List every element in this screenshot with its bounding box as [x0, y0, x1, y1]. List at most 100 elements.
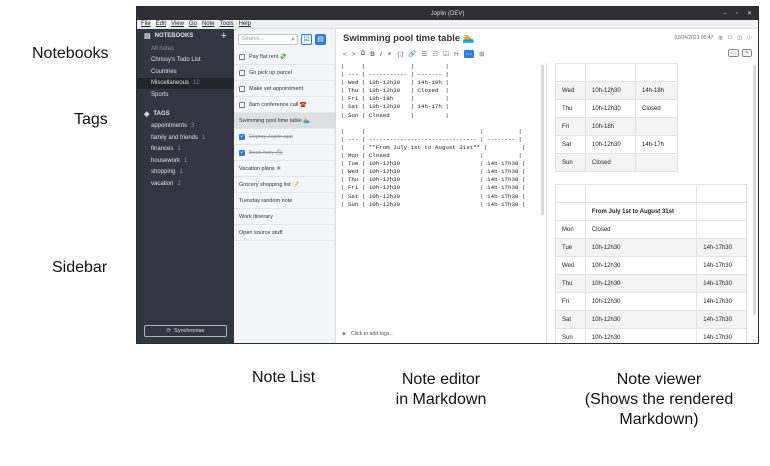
markdown-editor[interactable]: | | | | | --- | ----------- | ------- | …	[336, 63, 546, 343]
table-cell: Fri	[555, 292, 586, 311]
info-icon[interactable]: ⓘ	[747, 34, 752, 41]
maximize-icon[interactable]: ▫	[736, 11, 738, 17]
numbered-list-icon[interactable]: ☷	[432, 50, 438, 58]
markdown-source[interactable]: | | | | | --- | ----------- | ------- | …	[341, 63, 546, 209]
todo-checkbox[interactable]	[239, 69, 245, 76]
new-todo-button[interactable]: ☑	[301, 33, 312, 45]
menu-edit[interactable]: Edit	[156, 21, 166, 27]
sidebar-item-tag[interactable]: appointments 3	[137, 121, 234, 133]
todo-checkbox[interactable]	[239, 53, 245, 60]
annotation-note-editor-line1: Note editor	[401, 371, 481, 388]
annotation-sidebar: Sidebar	[52, 259, 108, 276]
note-timestamp: 02/04/2021 00:47	[674, 34, 714, 41]
search-icon[interactable]: ⌕	[291, 36, 295, 44]
note-list-item[interactable]: Work itinerary	[234, 209, 335, 225]
note-title: Make vet appointment	[249, 85, 304, 92]
tag-label: appointments	[151, 123, 188, 130]
menu-view[interactable]: View	[171, 21, 184, 27]
todo-checkbox-checked[interactable]: ✓	[239, 133, 245, 140]
table-cell: Thu	[555, 274, 586, 293]
sidebar-item-tag[interactable]: vacation 1	[137, 178, 234, 190]
note-list-item[interactable]: Pay flat rent 💸	[234, 49, 335, 65]
bullet-list-icon[interactable]: ☰	[421, 50, 427, 58]
note-list-item[interactable]: ✓ Book ferry ⛴	[234, 145, 335, 161]
sidebar-item-tag[interactable]: housework 1	[137, 155, 234, 167]
table-cell: Thu	[555, 99, 586, 118]
attach-icon[interactable]: 🔗	[408, 50, 416, 58]
alarm-icon[interactable]: ☐	[728, 35, 732, 41]
menu-help[interactable]: Help	[239, 21, 251, 27]
add-notebook-icon[interactable]: +	[221, 30, 227, 42]
sidebar-item-tag[interactable]: shopping 1	[137, 167, 234, 179]
note-list-item[interactable]: Go pick up parcel	[234, 65, 335, 81]
code-icon[interactable]: {;}	[397, 51, 403, 58]
sidebar-item-notebook[interactable]: Sports	[137, 89, 234, 101]
note-list-item[interactable]: Vacation plans ☀	[234, 161, 335, 177]
synchronise-button[interactable]: ⟳ Synchronise	[144, 325, 227, 337]
highlight-icon[interactable]: ⚭	[387, 50, 392, 58]
table-cell: 10h-12h30	[585, 81, 636, 100]
close-icon[interactable]: ✕	[747, 10, 752, 17]
layout-icon[interactable]: ◫	[737, 35, 742, 41]
annotation-tags: Tags	[74, 111, 108, 128]
note-list-item[interactable]: Grocery shopping list 📝	[234, 177, 335, 193]
tag-count: 1	[184, 157, 188, 164]
table-cell: 10h-18h	[585, 117, 636, 136]
checklist-icon[interactable]: ☑	[443, 50, 449, 58]
table-row: Mon Closed	[555, 220, 747, 239]
bold-icon[interactable]: B	[370, 51, 375, 58]
menu-tools[interactable]: Tools	[220, 21, 234, 27]
note-list-item[interactable]: Open source stuff	[234, 225, 335, 241]
edit-mode-icon[interactable]: ✎	[741, 49, 752, 57]
note-title-input[interactable]: Swimming pool time table 🏊	[343, 33, 475, 44]
notebooks-header[interactable]: ▤ NOTEBOOKS +	[137, 29, 234, 43]
menu-file[interactable]: File	[141, 21, 151, 27]
table-cell	[635, 117, 678, 136]
table-cell: Sun	[555, 328, 586, 343]
minimize-icon[interactable]: –	[723, 11, 726, 17]
sidebar-item-notebook-selected[interactable]: Miscellaneous 12	[137, 77, 234, 89]
globe-icon[interactable]: ◍	[718, 35, 722, 41]
forward-icon[interactable]: >	[352, 51, 356, 58]
viewer-scrollbar[interactable]	[753, 65, 756, 315]
search-input[interactable]: Search... ⌕	[238, 33, 298, 45]
tag-bar[interactable]: ◈ Click to add tags...	[342, 331, 394, 337]
menu-go[interactable]: Go	[189, 21, 197, 27]
horizontal-rule-icon[interactable]: ⋯	[463, 50, 475, 58]
viewer-table-summer-schedule: From July 1st to August 31st Mon Closed Tue…	[555, 184, 747, 343]
sidebar-item-notebook[interactable]: Countries	[137, 66, 234, 78]
note-area: Swimming pool time table 🏊 02/04/2021 00…	[336, 29, 758, 343]
sidebar-item-all-notes[interactable]: All notes	[137, 43, 234, 55]
table-cell: 10h-12h30	[584, 310, 698, 329]
table-cell: 10h-12h30	[585, 99, 636, 118]
sidebar-item-notebook[interactable]: Chrissy's Todo List	[137, 55, 234, 67]
table-row: Tue 10h-12h30 14h-17h30	[555, 238, 747, 257]
tags-header[interactable]: ◈ TAGS	[137, 107, 234, 121]
editor-toggle-icon[interactable]: ▭	[728, 49, 739, 57]
note-title: Deploy Joplin app	[249, 133, 293, 140]
sidebar-item-tag[interactable]: finances 1	[137, 144, 234, 156]
italic-icon[interactable]: I	[380, 51, 382, 58]
note-list-item[interactable]: Make vet appointment	[234, 81, 335, 97]
back-icon[interactable]: <	[343, 51, 347, 58]
new-note-button[interactable]: ▤	[315, 33, 326, 45]
note-list-item-selected[interactable]: Swimming pool time table 🏊	[234, 113, 335, 129]
insert-date-icon[interactable]: ⊞	[479, 50, 484, 58]
todo-checkbox[interactable]	[239, 101, 245, 108]
todo-checkbox[interactable]	[239, 85, 245, 92]
annotation-note-viewer: Note viewer (Shows the rendered Markdown…	[580, 370, 738, 430]
heading-icon[interactable]: H	[454, 51, 459, 58]
note-list-item[interactable]: Tuesday random note	[234, 193, 335, 209]
menu-note[interactable]: Note	[202, 21, 215, 27]
tag-count: 1	[177, 180, 181, 187]
todo-checkbox-checked[interactable]: ✓	[239, 149, 245, 156]
search-placeholder: Search...	[242, 36, 265, 42]
notebook-label: Sports	[151, 91, 169, 98]
editor-scrollbar[interactable]	[541, 65, 544, 215]
external-edit-icon[interactable]: ⧉	[361, 50, 366, 58]
note-list-item[interactable]: 8am conference call ☎️	[234, 97, 335, 113]
add-tags-label[interactable]: Click to add tags...	[351, 331, 394, 337]
sidebar-item-tag[interactable]: family and friends 1	[137, 132, 234, 144]
figure: Notebooks Tags Sidebar Note List Note ed…	[0, 0, 770, 466]
note-list-item[interactable]: ✓ Deploy Joplin app	[234, 129, 335, 145]
